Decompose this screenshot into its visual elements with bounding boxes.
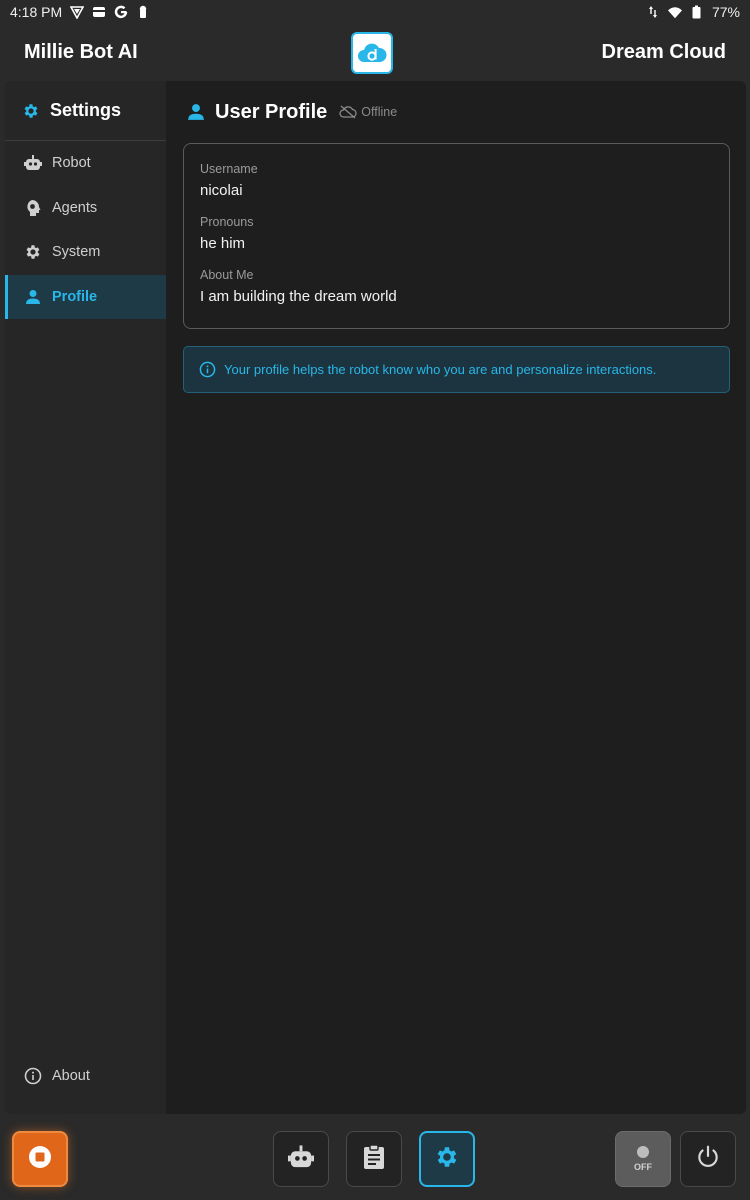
robot-icon bbox=[288, 1144, 314, 1175]
head-icon bbox=[24, 199, 42, 217]
person-icon bbox=[24, 288, 42, 306]
robot-icon bbox=[24, 154, 42, 172]
sidebar-item-label: Agents bbox=[52, 199, 98, 216]
dream-cloud-logo-icon[interactable] bbox=[351, 32, 393, 74]
card-icon bbox=[92, 5, 106, 19]
sidebar-header: Settings bbox=[5, 81, 166, 141]
gear-icon bbox=[434, 1144, 460, 1175]
data-arrows-icon bbox=[646, 5, 660, 19]
username-label: Username bbox=[200, 162, 258, 176]
settings-button[interactable] bbox=[419, 1131, 475, 1187]
content-header: User Profile Offline bbox=[183, 81, 730, 143]
status-dot bbox=[637, 1146, 649, 1158]
cloud-off-icon bbox=[339, 105, 357, 119]
stop-button[interactable] bbox=[12, 1131, 68, 1187]
pronouns-label: Pronouns bbox=[200, 215, 254, 229]
sidebar: Settings Robot Agents System Profile Abo… bbox=[5, 81, 166, 1114]
clipboard-icon bbox=[363, 1143, 385, 1175]
keyhole-icon bbox=[136, 5, 150, 19]
info-icon bbox=[24, 1067, 42, 1085]
about-me-value: I am building the dream world bbox=[200, 288, 397, 305]
main-panel: Settings Robot Agents System Profile Abo… bbox=[5, 81, 746, 1114]
vpn-icon bbox=[70, 5, 85, 19]
offline-status: Offline bbox=[339, 105, 397, 119]
status-time: 4:18 PM bbox=[10, 4, 63, 20]
about-me-label: About Me bbox=[200, 268, 254, 282]
power-icon bbox=[695, 1144, 721, 1175]
status-bar: 4:18 PM 77% bbox=[0, 0, 750, 24]
username-value: nicolai bbox=[200, 182, 243, 199]
power-button[interactable] bbox=[680, 1131, 736, 1187]
clipboard-button[interactable] bbox=[346, 1131, 402, 1187]
cloud-title: Dream Cloud bbox=[601, 40, 726, 63]
sidebar-item-system[interactable]: System bbox=[5, 230, 166, 275]
about-label: About bbox=[52, 1068, 90, 1084]
robot-button[interactable] bbox=[273, 1131, 329, 1187]
info-icon bbox=[198, 361, 216, 379]
page-title: User Profile bbox=[215, 100, 328, 123]
wifi-icon bbox=[667, 5, 682, 19]
app-header: Millie Bot AI Dream Cloud bbox=[0, 24, 750, 80]
off-label: OFF bbox=[634, 1162, 652, 1172]
sidebar-item-agents[interactable]: Agents bbox=[5, 186, 166, 231]
gear-icon bbox=[24, 243, 42, 261]
battery-icon bbox=[690, 5, 704, 19]
gear-icon bbox=[22, 102, 40, 120]
battery-percent: 77% bbox=[711, 4, 740, 20]
off-toggle[interactable]: OFF bbox=[615, 1131, 671, 1187]
person-icon bbox=[187, 103, 205, 121]
sidebar-item-profile[interactable]: Profile bbox=[5, 274, 166, 319]
info-banner: Your profile helps the robot know who yo… bbox=[183, 346, 730, 393]
profile-card: Username nicolai Pronouns he him About M… bbox=[183, 143, 730, 329]
stop-icon bbox=[28, 1145, 52, 1174]
sidebar-item-label: Robot bbox=[52, 155, 91, 172]
sidebar-item-label: System bbox=[52, 244, 101, 261]
sidebar-title: Settings bbox=[50, 100, 122, 120]
sidebar-item-robot[interactable]: Robot bbox=[5, 141, 166, 186]
offline-label: Offline bbox=[361, 105, 398, 119]
app-title: Millie Bot AI bbox=[24, 40, 138, 63]
pronouns-value: he him bbox=[200, 235, 246, 252]
sidebar-item-label: Profile bbox=[52, 288, 98, 305]
sidebar-item-about[interactable]: About bbox=[5, 1058, 166, 1094]
profile-content: User Profile Offline Username nicolai Pr… bbox=[183, 81, 730, 1114]
google-icon bbox=[114, 5, 128, 19]
info-text: Your profile helps the robot know who yo… bbox=[224, 362, 657, 377]
